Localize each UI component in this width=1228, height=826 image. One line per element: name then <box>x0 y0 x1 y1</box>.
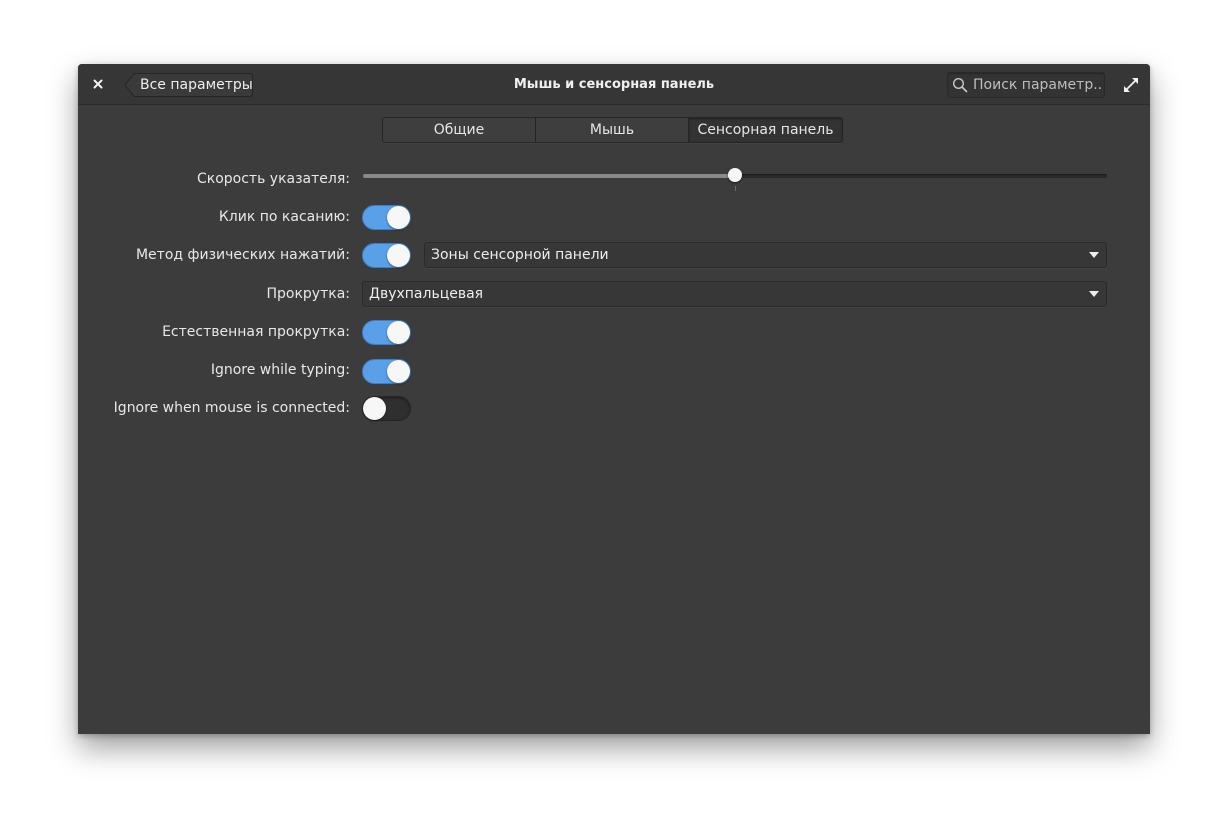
ignore-with-mouse-label: Ignore when mouse is connected: <box>113 400 350 416</box>
switch-thumb <box>387 360 410 383</box>
close-button[interactable] <box>88 74 108 94</box>
slider-fill <box>363 174 735 178</box>
chevron-down-icon <box>1089 252 1099 258</box>
click-method-label: Метод физических нажатий: <box>135 247 350 263</box>
switch-thumb <box>387 206 410 229</box>
tab-touchpad[interactable]: Сенсорная панель <box>689 118 842 142</box>
search-input[interactable] <box>973 75 1101 95</box>
scrolling-value: Двухпальцевая <box>369 286 484 302</box>
titlebar: Все параметры Мышь и сенсорная панель <box>78 64 1150 105</box>
switch-thumb <box>363 397 386 420</box>
maximize-button[interactable] <box>1122 76 1140 94</box>
ignore-with-mouse-switch[interactable] <box>362 396 411 421</box>
scrolling-label: Прокрутка: <box>266 286 350 302</box>
natural-scrolling-switch[interactable] <box>362 320 411 345</box>
click-method-value: Зоны сенсорной панели <box>431 247 609 263</box>
pointer-speed-slider[interactable] <box>363 168 1107 194</box>
search-field[interactable] <box>947 72 1105 98</box>
tap-to-click-label: Клик по касанию: <box>218 209 350 225</box>
pointer-speed-label: Скорость указателя: <box>196 171 350 187</box>
close-icon <box>93 79 103 89</box>
switch-thumb <box>387 321 410 344</box>
click-method-dropdown[interactable]: Зоны сенсорной панели <box>424 242 1107 268</box>
maximize-icon <box>1124 78 1138 92</box>
search-icon <box>952 77 968 93</box>
tab-mouse[interactable]: Мышь <box>536 118 689 142</box>
ignore-while-typing-label: Ignore while typing: <box>210 362 350 378</box>
ignore-while-typing-switch[interactable] <box>362 359 411 384</box>
back-button-label: Все параметры <box>140 77 253 93</box>
natural-scrolling-label: Естественная прокрутка: <box>162 324 350 340</box>
tab-general[interactable]: Общие <box>383 118 536 142</box>
switch-thumb <box>387 244 410 267</box>
tap-to-click-switch[interactable] <box>362 205 411 230</box>
tab-bar: Общие Мышь Сенсорная панель <box>382 117 843 143</box>
back-button[interactable]: Все параметры <box>124 73 253 97</box>
slider-handle[interactable] <box>728 168 742 182</box>
click-method-switch[interactable] <box>362 243 411 268</box>
window-title: Мышь и сенсорная панель <box>513 77 715 92</box>
chevron-down-icon <box>1089 291 1099 297</box>
scrolling-dropdown[interactable]: Двухпальцевая <box>362 281 1107 307</box>
slider-center-mark <box>735 186 736 191</box>
settings-window: Все параметры Мышь и сенсорная панель Об… <box>78 64 1150 734</box>
